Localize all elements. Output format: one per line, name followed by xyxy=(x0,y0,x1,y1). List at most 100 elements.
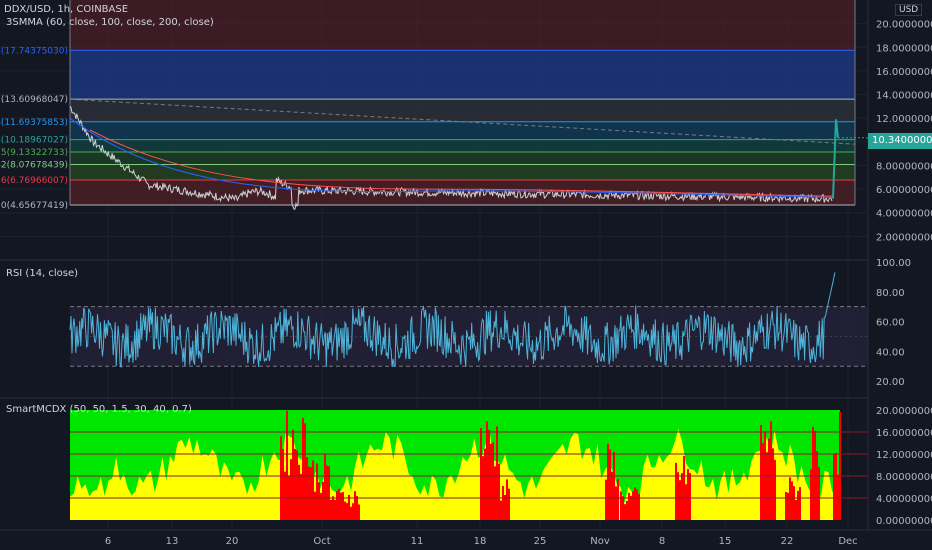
mcdx-red-bar xyxy=(679,480,681,520)
mcdx-red-bar xyxy=(334,499,336,520)
mcdx-red-bar xyxy=(835,452,837,520)
fib-level-label: 0.618(10.18967027) xyxy=(0,136,68,146)
mcdx-red-bar xyxy=(292,429,294,520)
mcdx-red-bar xyxy=(611,471,613,520)
fib-level-label: 1.618(17.74375030) xyxy=(0,46,68,56)
mcdx-red-bar xyxy=(774,459,776,520)
fib-zone xyxy=(70,152,855,165)
mcdx-red-bar xyxy=(306,485,308,520)
mcdx-red-bar xyxy=(326,465,328,520)
mcdx-red-bar xyxy=(280,436,282,520)
mcdx-red-bar xyxy=(793,486,795,520)
mcdx-red-bar xyxy=(787,492,789,520)
mcdx-red-bar xyxy=(332,496,334,520)
mcdx-red-bar xyxy=(797,490,799,520)
mcdx-red-bar xyxy=(622,496,624,520)
mcdx-red-bar xyxy=(316,463,318,520)
mcdx-red-bar xyxy=(328,466,330,520)
mcdx-title: SmartMCDX (50, 50, 1.5, 30, 40, 0.7) xyxy=(6,404,192,415)
mcdx-red-bar xyxy=(336,490,338,520)
mcdx-red-bar xyxy=(785,492,787,520)
mcdx-red-bar xyxy=(818,467,820,520)
time-tick-label: 13 xyxy=(166,536,179,547)
mcdx-red-bar xyxy=(480,428,482,520)
time-tick-label: 20 xyxy=(226,536,239,547)
last-price-badge: 10.34000000 xyxy=(868,133,932,149)
mcdx-red-bar xyxy=(816,451,818,520)
price-tick-label: 4.00000000 xyxy=(876,209,932,220)
mcdx-red-bar xyxy=(498,463,500,520)
mcdx-red-bar xyxy=(620,491,622,520)
mcdx-red-bar xyxy=(833,453,835,520)
mcdx-red-bar xyxy=(768,438,770,520)
mcdx-red-bar xyxy=(340,492,342,520)
mcdx-red-bar xyxy=(318,482,320,520)
fib-zone xyxy=(70,139,855,153)
time-tick-label: 8 xyxy=(659,536,665,547)
mcdx-red-bar xyxy=(324,454,326,520)
mcdx-red-bar xyxy=(675,462,677,520)
fib-level-label: 0.382(8.07678439) xyxy=(0,161,68,171)
price-tick-label: 2.00000000 xyxy=(876,232,932,243)
price-tick-label: 18.00000000 xyxy=(876,43,932,54)
mcdx-red-bar xyxy=(812,426,814,520)
mcdx-red-bar xyxy=(791,481,793,520)
price-tick-label: 16.00000000 xyxy=(876,67,932,78)
price-tick-label: 6.00000000 xyxy=(876,185,932,196)
mcdx-red-bar xyxy=(607,443,609,520)
mcdx-red-bar xyxy=(814,430,816,520)
fibonacci-retracement[interactable] xyxy=(69,0,856,206)
rsi-legend[interactable]: RSI (14, close) xyxy=(6,268,78,279)
mcdx-red-bar xyxy=(490,443,492,520)
mcdx-red-bar xyxy=(348,494,350,520)
mcdx-red-bar xyxy=(330,499,332,520)
mcdx-red-bar xyxy=(632,491,634,520)
trading-chart[interactable]: 20.00000000 18.00000000 16.00000000 14.0000… xyxy=(0,0,932,550)
fib-zone-1 xyxy=(70,99,855,122)
mcdx-tick-label: 8.00000000 xyxy=(876,472,932,483)
mcdx-red-bar xyxy=(772,448,774,520)
symbol-title: DDX/USD, 1h, COINBASE xyxy=(4,4,129,15)
mcdx-red-bar xyxy=(685,484,687,520)
mcdx-red-bar xyxy=(677,472,679,520)
mcdx-red-bar xyxy=(683,456,685,520)
mcdx-red-bar xyxy=(636,489,638,520)
mcdx-red-bar xyxy=(789,477,791,520)
mcdx-pane[interactable] xyxy=(70,410,868,520)
mcdx-red-bar xyxy=(810,469,812,520)
time-tick-label: 18 xyxy=(474,536,487,547)
mcdx-red-bar xyxy=(356,496,358,520)
mcdx-red-bar xyxy=(300,493,302,520)
mcdx-red-bar xyxy=(346,503,348,520)
price-tick-label: 14.00000000 xyxy=(876,91,932,102)
time-tick-label: 11 xyxy=(411,536,424,547)
indicator-legend[interactable]: 3SMMA (60, close, 100, close, 200, close… xyxy=(6,17,214,28)
mcdx-red-bar xyxy=(354,491,356,520)
fib-level-label: 0(4.65677419) xyxy=(1,201,68,211)
mcdx-red-bar xyxy=(502,485,504,520)
mcdx-red-bar xyxy=(494,466,496,520)
mcdx-red-bar xyxy=(500,500,502,520)
mcdx-legend[interactable]: SmartMCDX (50, 50, 1.5, 30, 40, 0.7) xyxy=(6,404,192,415)
mcdx-red-bar xyxy=(687,469,689,520)
mcdx-red-bar xyxy=(506,479,508,520)
mcdx-red-bar xyxy=(290,459,292,520)
mcdx-red-bar xyxy=(302,469,304,520)
mcdx-red-bar xyxy=(484,448,486,520)
mcdx-red-bar xyxy=(626,500,628,520)
symbol-legend[interactable]: DDX/USD, 1h, COINBASE xyxy=(4,4,128,15)
mcdx-red-bar xyxy=(486,421,488,520)
mcdx-tick-label: 4.00000000 xyxy=(876,494,932,505)
fib-level-label: 1(13.60968047) xyxy=(0,95,68,105)
time-tick-label: Nov xyxy=(590,536,610,547)
mcdx-red-bar xyxy=(630,495,632,520)
mcdx-red-bar xyxy=(508,488,510,520)
rsi-title: RSI (14, close) xyxy=(6,268,79,279)
rsi-tick-label: 60.00 xyxy=(876,318,905,329)
mcdx-red-bar xyxy=(681,473,683,520)
mcdx-red-bar xyxy=(605,479,607,520)
last-price-value: 10.34000000 xyxy=(872,135,932,146)
currency-badge[interactable]: USD xyxy=(895,4,923,16)
mcdx-red-bar xyxy=(296,450,298,520)
mcdx-red-bar xyxy=(310,467,312,520)
